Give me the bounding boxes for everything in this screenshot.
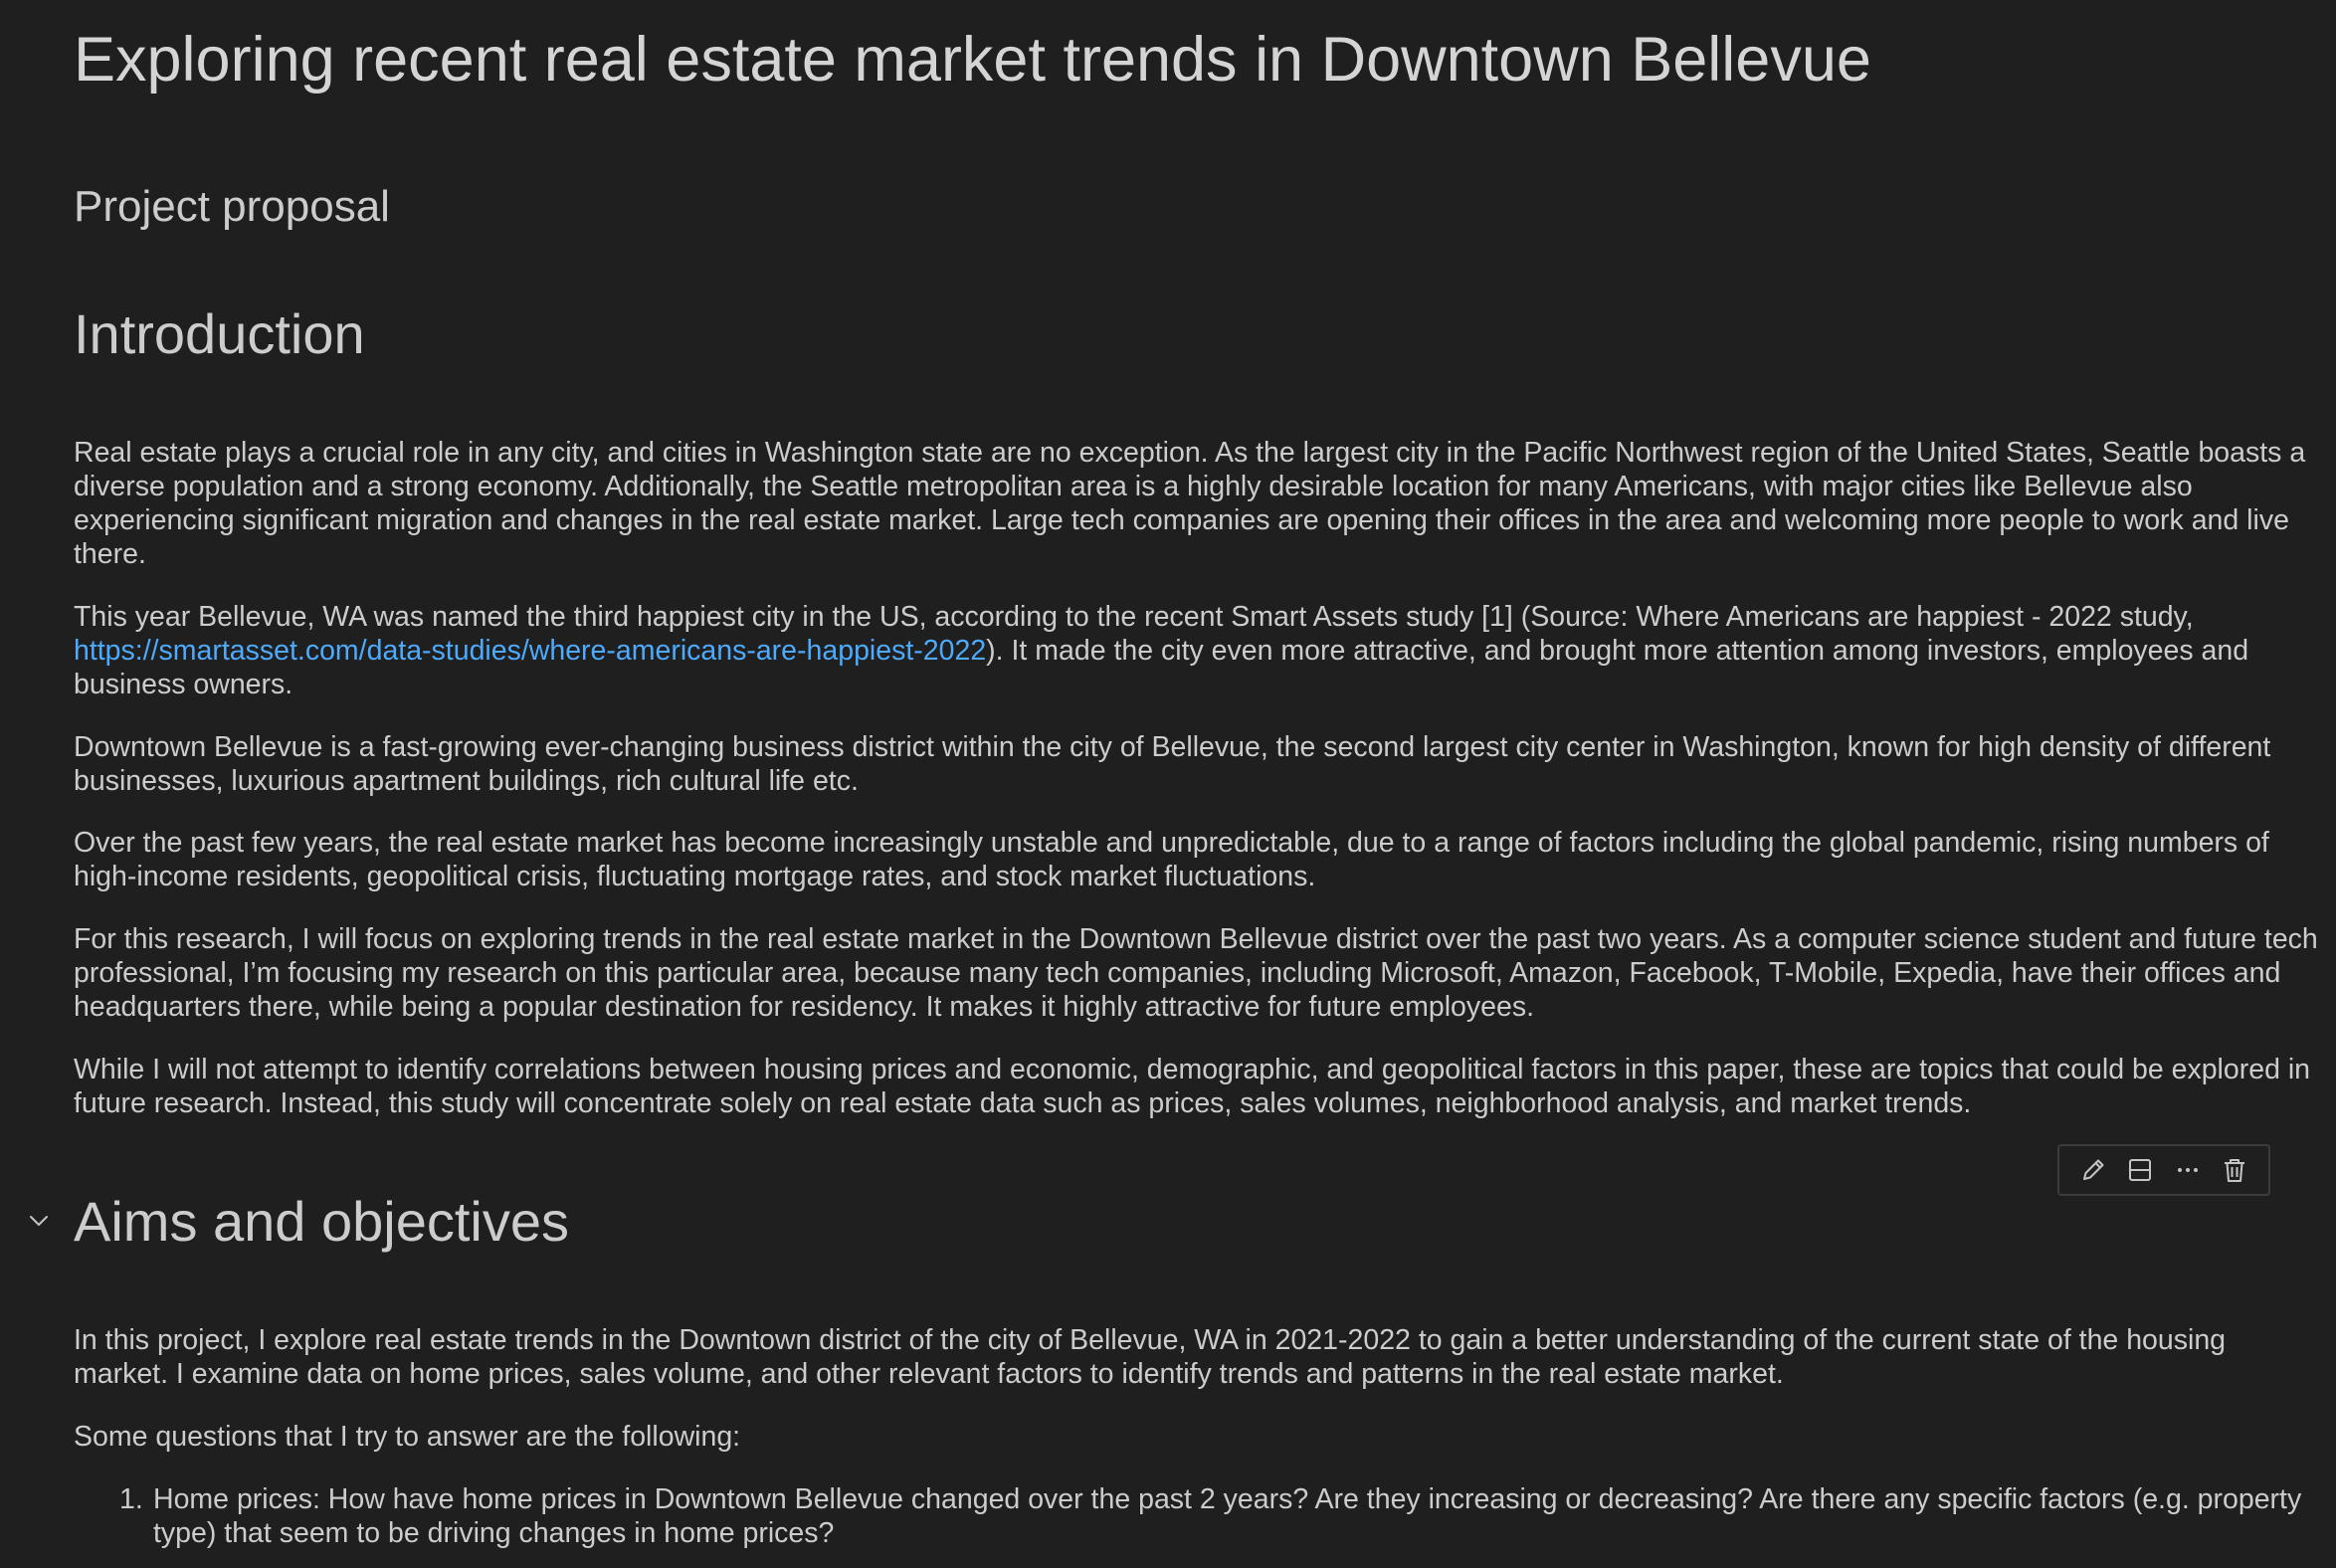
paragraph-text: This year Bellevue, WA was named the thi… [74,600,2326,701]
list-item: 1. Home prices: How have home prices in … [74,1482,2326,1550]
pencil-icon[interactable] [2075,1152,2111,1188]
subtitle-cell[interactable]: Project proposal [74,179,2326,235]
introduction-paragraph-4[interactable]: Over the past few years, the real estate… [74,826,2326,893]
aims-heading: Aims and objectives [74,1190,570,1253]
paragraph-text: While I will not attempt to identify cor… [74,1054,2311,1119]
trash-icon[interactable] [2217,1152,2252,1188]
questions-list-cell[interactable]: 1. Home prices: How have home prices in … [74,1482,2326,1550]
introduction-paragraph-2[interactable]: This year Bellevue, WA was named the thi… [74,600,2326,701]
chevron-down-icon[interactable] [24,1206,54,1236]
more-icon[interactable] [2170,1152,2206,1188]
notebook-title: Exploring recent real estate market tren… [74,25,1871,95]
introduction-paragraph-3[interactable]: Downtown Bellevue is a fast-growing ever… [74,730,2326,798]
introduction-heading: Introduction [74,302,365,365]
paragraph-text: Some questions that I try to answer are … [74,1421,741,1453]
list-item-text: Home prices: How have home prices in Dow… [153,1483,2302,1549]
questions-list: 1. Home prices: How have home prices in … [74,1482,2326,1550]
aims-heading-cell[interactable]: Aims and objectives [74,1188,2326,1256]
split-cell-icon[interactable] [2122,1152,2158,1188]
notebook-subtitle: Project proposal [74,182,390,231]
paragraph-text: Over the past few years, the real estate… [74,827,2269,892]
introduction-paragraph-5[interactable]: For this research, I will focus on explo… [74,922,2326,1024]
paragraph-text: In this project, I explore real estate t… [74,1324,2227,1390]
list-item-number: 1. [119,1483,143,1515]
paragraph-text: For this research, I will focus on explo… [74,923,2318,1023]
paragraph-text-before-link: This year Bellevue, WA was named the thi… [74,601,2194,633]
aims-paragraph-1[interactable]: In this project, I explore real estate t… [74,1323,2326,1391]
introduction-paragraph-1[interactable]: Real estate plays a crucial role in any … [74,436,2326,571]
aims-paragraph-2[interactable]: Some questions that I try to answer are … [74,1420,2326,1454]
notebook-editor: Exploring recent real estate market tren… [0,0,2336,1568]
introduction-heading-cell[interactable]: Introduction [74,300,2326,368]
smartasset-study-link[interactable]: https://smartasset.com/data-studies/wher… [74,635,986,667]
paragraph-text: Downtown Bellevue is a fast-growing ever… [74,731,2271,797]
title-cell[interactable]: Exploring recent real estate market tren… [74,22,2326,98]
introduction-paragraph-6[interactable]: While I will not attempt to identify cor… [74,1053,2326,1120]
paragraph-text: Real estate plays a crucial role in any … [74,437,2306,570]
